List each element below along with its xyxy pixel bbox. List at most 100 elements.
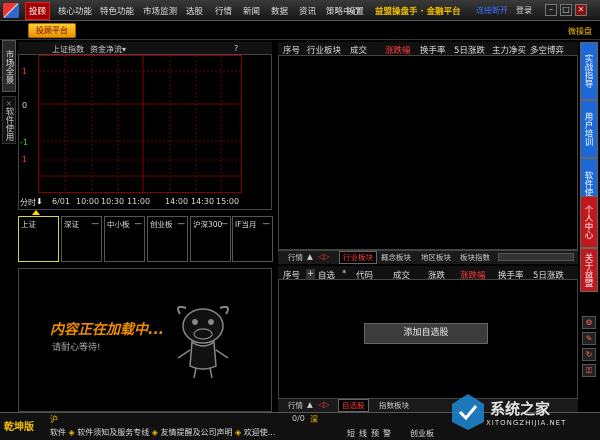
- tab-index-sector[interactable]: 指数板块: [379, 400, 409, 411]
- short-term-alert-link[interactable]: 短线预警: [347, 428, 395, 439]
- tab-concept-sector[interactable]: 概念板块: [381, 252, 411, 263]
- login-link[interactable]: 登录: [516, 5, 532, 16]
- ticker-bullet-icon: ◈: [235, 428, 244, 437]
- brand-title: 益盟操盘手 · 金融平台: [375, 7, 461, 17]
- tile-value: —: [134, 219, 143, 228]
- tool-icon[interactable]: ✎: [582, 332, 596, 345]
- tile-value: —: [91, 219, 100, 228]
- ticker-item[interactable]: 软件须知及服务专线: [77, 428, 149, 437]
- col-header[interactable]: 自选: [318, 269, 335, 281]
- selected-indicator-icon: [32, 210, 40, 215]
- loading-subtitle: 请耐心等待!: [52, 343, 101, 353]
- tile-label: 中小板: [107, 220, 130, 229]
- col-header[interactable]: *: [342, 269, 346, 279]
- chart-title[interactable]: 上证指数: [52, 44, 84, 55]
- tab-quotes[interactable]: 行情: [288, 252, 303, 263]
- index-tile-sh[interactable]: 上证: [18, 216, 59, 262]
- horizontal-scrollbar[interactable]: [498, 253, 574, 261]
- chart-plot-area[interactable]: [38, 55, 243, 194]
- col-header[interactable]: 涨跌: [428, 269, 445, 281]
- col-header[interactable]: 5日涨跌: [454, 44, 485, 56]
- x-tick-label: 10:30: [101, 197, 125, 206]
- index-tile-gem[interactable]: 创业板 —: [147, 216, 188, 262]
- col-header[interactable]: 涨跌幅: [385, 44, 411, 56]
- tab-nav-arrows[interactable]: ◁▷: [318, 400, 330, 409]
- col-header[interactable]: 换手率: [498, 269, 524, 281]
- tile-label: IF当月: [235, 220, 257, 229]
- col-header[interactable]: 序号: [283, 44, 300, 56]
- menu-item-core[interactable]: 核心功能: [58, 5, 92, 17]
- tab-user-training[interactable]: 用户培训: [580, 100, 598, 158]
- connection-status[interactable]: 连接断开: [476, 5, 508, 16]
- tab-software-usage[interactable]: ✕ 软件使用: [2, 96, 16, 144]
- menu-item-advisor[interactable]: 投顾: [25, 2, 51, 20]
- ticker-item[interactable]: 友情提醒及公司声明: [161, 428, 233, 437]
- index-tile-if[interactable]: IF当月 —: [232, 216, 273, 262]
- minimize-icon[interactable]: –: [545, 4, 557, 16]
- index-tile-sz[interactable]: 深证 —: [61, 216, 102, 262]
- tab-industry-sector[interactable]: 行业板块: [339, 251, 377, 264]
- menu-item-info[interactable]: 资讯: [299, 5, 316, 17]
- ticker-bullet-icon: ◈: [151, 428, 161, 437]
- close-icon[interactable]: ✕: [6, 98, 12, 110]
- tab-market-overview[interactable]: 市场全景: [2, 40, 16, 92]
- tile-label: 沪深300: [193, 220, 223, 229]
- refresh-icon[interactable]: ↻: [582, 348, 596, 361]
- ticker-item[interactable]: 软件: [50, 428, 66, 437]
- menu-item-stock-select[interactable]: 选股: [186, 5, 203, 17]
- help-icon[interactable]: ?: [234, 44, 238, 53]
- index-tile-sme[interactable]: 中小板 —: [104, 216, 145, 262]
- loading-title: 内容正在加载中...: [50, 322, 164, 338]
- tab-personal-center[interactable]: 个人中心: [580, 196, 598, 248]
- y-tick-label: -1: [20, 138, 28, 147]
- ticker-item[interactable]: 欢迎使...: [244, 428, 276, 437]
- col-header[interactable]: 行业板块: [307, 44, 341, 56]
- x-tick-label: 15:00: [216, 197, 240, 206]
- maximize-icon[interactable]: □: [560, 4, 572, 16]
- x-tick-label: 14:30: [191, 197, 215, 206]
- tab-sector-index[interactable]: 板块指数: [460, 252, 490, 263]
- menu-item-features[interactable]: 特色功能: [100, 5, 134, 17]
- up-arrow-icon[interactable]: ▲: [307, 252, 313, 261]
- close-icon[interactable]: ✕: [575, 4, 587, 16]
- menu-item-settings[interactable]: 设置: [347, 5, 364, 17]
- tab-practical-guide[interactable]: 实战指导: [580, 42, 598, 100]
- x-tick-label[interactable]: 分时: [20, 197, 36, 208]
- tile-label: 深证: [64, 220, 79, 229]
- advisor-platform-tab[interactable]: 投顾平台: [28, 23, 76, 38]
- add-watchlist-button[interactable]: 添加自选股: [364, 323, 488, 344]
- col-header[interactable]: 序号: [283, 269, 300, 281]
- up-arrow-icon[interactable]: ▲: [307, 400, 313, 409]
- add-column-icon[interactable]: +: [306, 269, 316, 279]
- app-window: 投顾 核心功能 特色功能 市场监测 选股 行情 新闻 数据 资讯 策略中心 设置…: [0, 0, 600, 440]
- gear-icon[interactable]: ⚙: [582, 316, 596, 329]
- col-header[interactable]: 5日涨跌: [533, 269, 564, 281]
- col-header[interactable]: 代码: [356, 269, 373, 281]
- menu-item-quotes[interactable]: 行情: [215, 5, 232, 17]
- ticker-bullet-icon: ◈: [68, 428, 78, 437]
- lock-icon[interactable]: ⚿: [582, 364, 596, 377]
- col-header[interactable]: 主力净买: [492, 44, 526, 56]
- tab-nav-arrows[interactable]: ◁▷: [318, 252, 330, 261]
- index-tile-hs300[interactable]: 沪深300 —: [190, 216, 231, 262]
- gem-board-link[interactable]: 创业板: [410, 428, 434, 439]
- news-ticker[interactable]: 软件 ◈ 软件须知及服务专线 ◈ 友情提醒及公司声明 ◈ 欢迎使...: [50, 427, 275, 438]
- fund-flow-dropdown[interactable]: 资金净流▾: [90, 44, 126, 55]
- tile-value: —: [262, 219, 271, 228]
- col-header[interactable]: 涨跌幅: [460, 269, 486, 281]
- menu-item-monitor[interactable]: 市场监测: [143, 5, 177, 17]
- col-header[interactable]: 成交: [393, 269, 410, 281]
- tile-value: —: [177, 219, 186, 228]
- menu-item-data[interactable]: 数据: [271, 5, 288, 17]
- tab-region-sector[interactable]: 地区板块: [421, 252, 451, 263]
- menu-item-news[interactable]: 新闻: [243, 5, 260, 17]
- micro-trading-link[interactable]: 微操盘: [568, 26, 592, 37]
- col-header[interactable]: 成交: [350, 44, 367, 56]
- col-header[interactable]: 换手率: [420, 44, 446, 56]
- x-tick-label: 10:00: [76, 197, 100, 206]
- tab-about[interactable]: 关于益盟: [580, 248, 598, 292]
- tab-watchlist[interactable]: 自选股: [338, 399, 369, 412]
- tab-quotes[interactable]: 行情: [288, 400, 303, 411]
- down-arrow-icon: ⬇: [36, 197, 43, 206]
- col-header[interactable]: 多空博弈: [530, 44, 564, 56]
